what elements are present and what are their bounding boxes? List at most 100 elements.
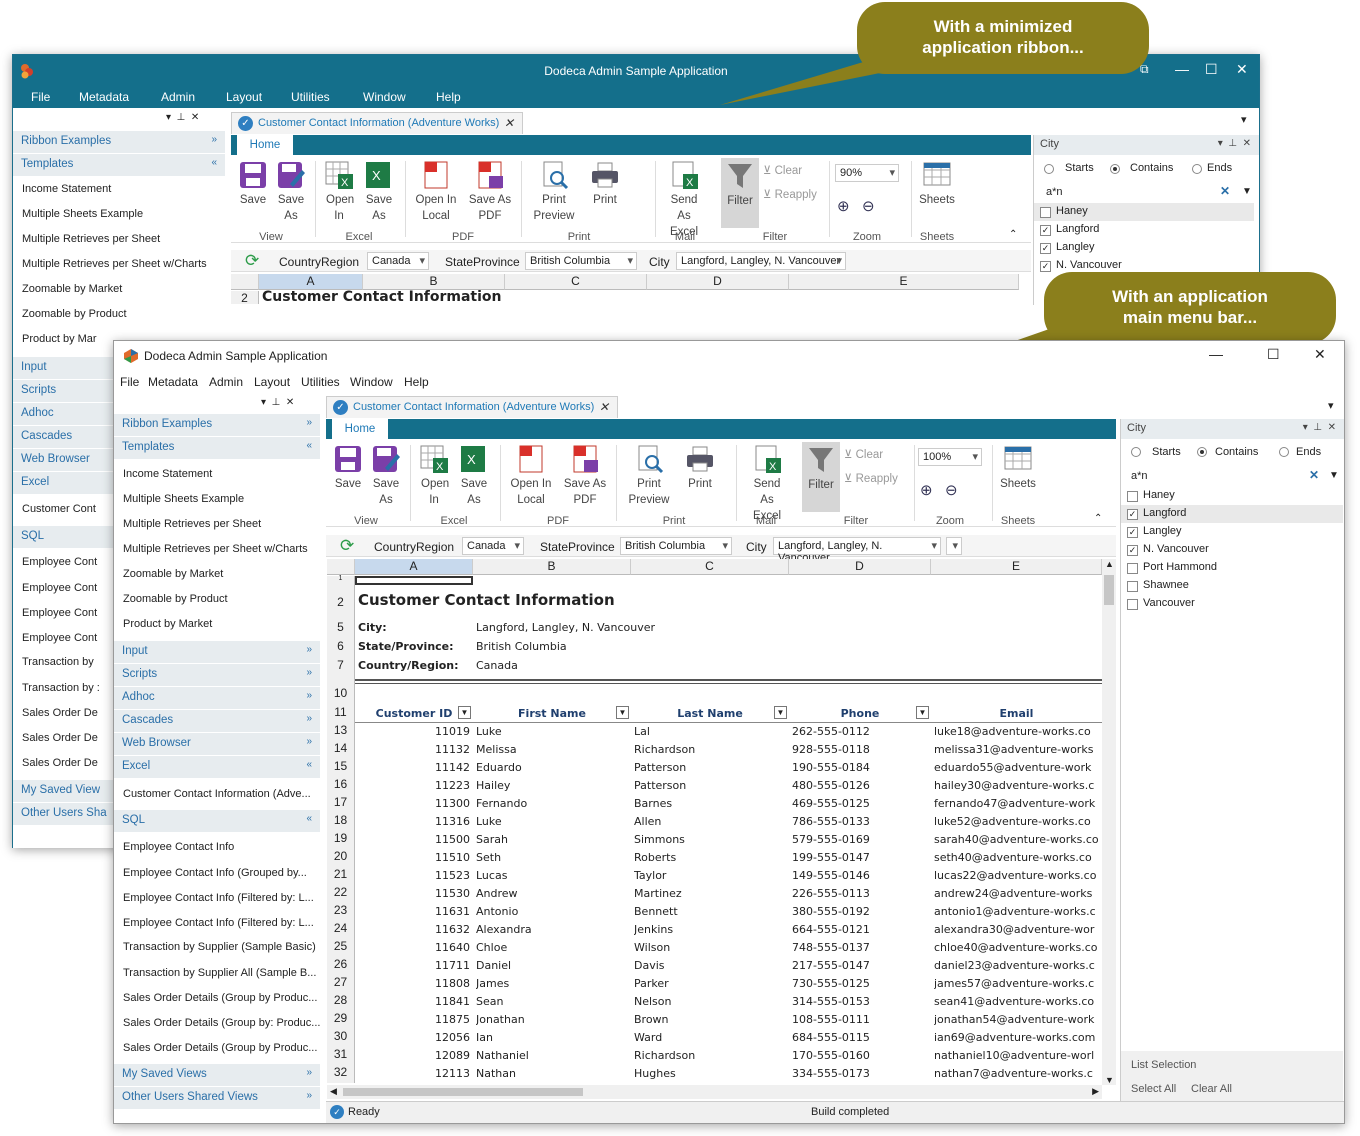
close-tab-icon[interactable]: ✕ [504,116,514,130]
table-cell[interactable]: 786-555-0133 [792,815,928,828]
filter-item[interactable]: Vancouver [1143,597,1195,609]
column-header[interactable]: A [355,559,473,575]
nav-group-saved-views[interactable]: My Saved Views» [114,1064,320,1086]
nav-item[interactable]: Employee Cont [22,582,97,594]
table-cell[interactable]: 664-555-0121 [792,923,928,936]
table-cell[interactable]: antonio1@adventure-works.c [934,905,1099,918]
state-select[interactable]: British Columbia [620,537,732,555]
zoom-select[interactable]: 100% [918,448,982,466]
column-header[interactable]: D [647,274,789,290]
table-cell[interactable]: fernando47@adventure-work [934,797,1099,810]
table-cell[interactable]: 11632 [358,923,470,936]
table-cell[interactable]: Richardson [634,743,786,756]
clear-all-button[interactable]: Clear All [1191,1083,1232,1095]
filter-search-input[interactable]: a*n [1131,470,1148,482]
table-cell[interactable]: 11223 [358,779,470,792]
worksheet[interactable]: A B C D E 1 2 Customer Contact Informati… [327,559,1102,1085]
tab-menu-icon[interactable]: ▾ [1241,113,1247,126]
table-cell[interactable]: daniel23@adventure-works.c [934,959,1099,972]
filter-item[interactable]: Langford [1056,223,1099,235]
filter-checkbox[interactable] [1127,491,1138,502]
table-cell[interactable]: 730-555-0125 [792,977,928,990]
table-cell[interactable]: 12113 [358,1067,470,1080]
header-customer-id[interactable]: Customer ID [355,707,473,720]
contains-radio[interactable] [1110,164,1120,174]
reapply-filter-button[interactable]: ⊻ Reapply [763,187,827,203]
nav-group-excel[interactable]: Excel « [114,756,320,778]
print-preview-button[interactable]: Print Preview [622,444,676,508]
document-tab[interactable]: ✓ Customer Contact Information (Adventur… [326,396,618,418]
city-select[interactable]: Langford, Langley, N. Vancouver [676,252,846,270]
filter-checkbox[interactable] [1127,599,1138,610]
table-cell[interactable]: 11132 [358,743,470,756]
ends-radio[interactable] [1279,447,1289,457]
nav-item[interactable]: Employee Cont [22,556,97,568]
column-header[interactable]: E [789,274,1019,290]
table-cell[interactable]: 11316 [358,815,470,828]
nav-group-templates[interactable]: Templates « [13,154,225,176]
nav-group-adhoc[interactable]: Adhoc» [114,687,320,709]
tab-menu-icon[interactable]: ▾ [1328,399,1334,412]
nav-item[interactable]: Transaction by Supplier (Sample Basic) [123,941,316,953]
save-button[interactable]: Save [330,444,366,492]
country-select[interactable]: Canada [462,537,524,555]
table-cell[interactable]: Patterson [634,761,786,774]
table-cell[interactable]: Nathaniel [476,1049,628,1062]
save-as-button[interactable]: Save As [273,160,309,224]
filter-checkbox[interactable]: ✓ [1127,509,1138,520]
country-select[interactable]: Canada [367,252,429,270]
table-cell[interactable]: 11631 [358,905,470,918]
nav-item[interactable]: Zoomable by Product [123,593,228,605]
filter-item[interactable]: Haney [1056,205,1088,217]
menu-layout[interactable]: Layout [254,375,290,389]
send-as-excel-button[interactable]: X Send As Excel [659,160,709,240]
table-cell[interactable]: nathaniel10@adventure-worl [934,1049,1099,1062]
table-cell[interactable]: 11300 [358,797,470,810]
table-cell[interactable]: Hughes [634,1067,786,1080]
table-cell[interactable]: 11523 [358,869,470,882]
filter-search-input[interactable]: a*n [1046,186,1063,198]
menu-admin[interactable]: Admin [161,90,195,104]
filter-button[interactable]: Filter [802,442,840,512]
menu-admin[interactable]: Admin [209,375,243,389]
column-header[interactable]: D [789,559,931,575]
save-button[interactable]: Save [235,160,271,208]
refresh-icon[interactable]: ⟳ [340,536,354,556]
starts-radio[interactable] [1044,164,1054,174]
table-cell[interactable]: 11808 [358,977,470,990]
table-cell[interactable]: Simmons [634,833,786,846]
save-as-pdf-button[interactable]: Save As PDF [465,160,515,224]
table-cell[interactable]: Alexandra [476,923,628,936]
table-cell[interactable]: 579-555-0169 [792,833,928,846]
table-cell[interactable]: Sarah [476,833,628,846]
nav-group-shared-views[interactable]: Other Users Shared Views» [114,1087,320,1109]
menu-help[interactable]: Help [404,375,429,389]
nav-item[interactable]: Multiple Retrieves per Sheet [123,518,261,530]
table-cell[interactable]: 469-555-0125 [792,797,928,810]
table-cell[interactable]: Antonio [476,905,628,918]
table-cell[interactable]: eduardo55@adventure-work [934,761,1099,774]
close-tab-icon[interactable]: ✕ [599,400,609,414]
tab-home[interactable]: Home [237,135,293,155]
autofilter-icon[interactable]: ▼ [458,706,471,719]
menu-metadata[interactable]: Metadata [79,90,129,104]
nav-group-templates[interactable]: Templates « [114,437,320,459]
open-in-excel-button[interactable]: X Open In [321,160,357,224]
table-cell[interactable]: andrew24@adventure-works [934,887,1099,900]
zoom-out-icon[interactable]: ⊖ [862,197,875,215]
table-cell[interactable]: 262-555-0112 [792,725,928,738]
save-as-pdf-button[interactable]: Save As PDF [560,444,610,508]
nav-item[interactable]: Transaction by : [22,682,100,694]
nav-item[interactable]: Sales Order De [22,707,98,719]
filter-item[interactable]: Langley [1143,525,1182,537]
table-cell[interactable]: Barnes [634,797,786,810]
table-cell[interactable]: 226-555-0113 [792,887,928,900]
nav-item[interactable]: Zoomable by Market [123,568,223,580]
select-all-button[interactable]: Select All [1131,1083,1176,1095]
table-cell[interactable]: seth40@adventure-works.co [934,851,1099,864]
table-cell[interactable]: Ian [476,1031,628,1044]
table-cell[interactable]: Davis [634,959,786,972]
table-cell[interactable]: Richardson [634,1049,786,1062]
menu-window[interactable]: Window [350,375,393,389]
column-header[interactable]: C [505,274,647,290]
